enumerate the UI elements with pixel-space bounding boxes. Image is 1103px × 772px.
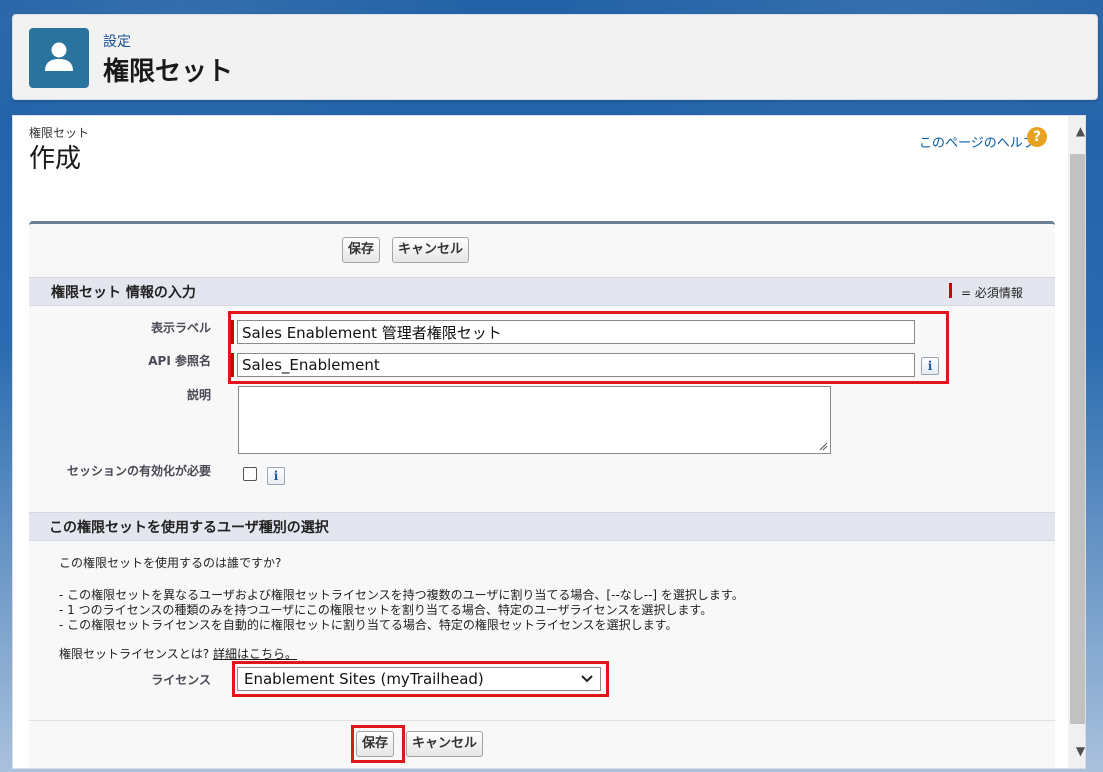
main-panel: 権限セット 作成 このページのヘルプ ? 保存 キャンセル 権限セット 情報の入… (12, 115, 1086, 769)
highlight-box-license (232, 661, 609, 697)
bullet-text: - この権限セットライセンスを自動的に権限セットに割り当てる場合、特定の権限セッ… (59, 618, 678, 632)
section-header-user-type: この権限セットを使用するユーザ種別の選択 (29, 512, 1055, 541)
resize-grip-icon[interactable] (818, 441, 828, 451)
save-button-top[interactable]: 保存 (342, 237, 381, 263)
label-field-label: 表示ラベル (150, 321, 211, 335)
api-name-field-label: API 参照名 (148, 354, 211, 368)
section-title-info: 権限セット 情報の入力 (51, 285, 196, 301)
help-link[interactable]: このページのヘルプ (919, 132, 1036, 151)
required-legend-mark (949, 283, 952, 298)
scroll-thumb[interactable] (1070, 154, 1085, 724)
who-question: この権限セットを使用するのは誰ですか? (59, 556, 282, 570)
highlight-box-name-fields (228, 311, 949, 384)
bottom-button-bar: 保存 キャンセル (29, 720, 1055, 768)
section-header-info: 権限セット 情報の入力 = 必須情報 (29, 277, 1055, 306)
details-link[interactable]: 詳細はこちら。 (213, 647, 297, 661)
permission-set-form: 保存 キャンセル 権限セット 情報の入力 = 必須情報 表示ラベル API 参照… (29, 221, 1055, 768)
scroll-up-icon[interactable]: ▲ (1068, 116, 1085, 146)
help-icon[interactable]: ? (1027, 127, 1047, 147)
session-checkbox[interactable] (243, 467, 257, 481)
license-question: 権限セットライセンスとは? 詳細はこちら。 (59, 645, 297, 662)
session-field-label: セッションの有効化が必要 (66, 464, 211, 478)
page-title: 作成 (29, 144, 82, 174)
license-field-label: ライセンス (151, 673, 211, 687)
required-legend: = 必須情報 (961, 286, 1023, 300)
user-icon (29, 28, 89, 88)
user-silhouette-icon (45, 42, 73, 71)
vertical-scrollbar[interactable]: ▲ ▼ (1068, 116, 1085, 768)
description-textarea[interactable] (238, 386, 831, 454)
scroll-down-icon[interactable]: ▼ (1068, 736, 1085, 766)
breadcrumb[interactable]: 設定 (103, 31, 131, 51)
setup-header: 設定 権限セット (12, 14, 1098, 100)
session-info-icon[interactable]: i (267, 467, 285, 485)
license-question-text: 権限セットライセンスとは? (59, 647, 210, 661)
cancel-button-top[interactable]: キャンセル (392, 237, 470, 263)
section-title-user-type: この権限セットを使用するユーザ種別の選択 (49, 520, 329, 536)
description-field-label: 説明 (186, 388, 211, 402)
highlight-box-save (351, 725, 405, 763)
header-title: 権限セット (103, 57, 234, 87)
cancel-button-bottom[interactable]: キャンセル (406, 731, 484, 757)
